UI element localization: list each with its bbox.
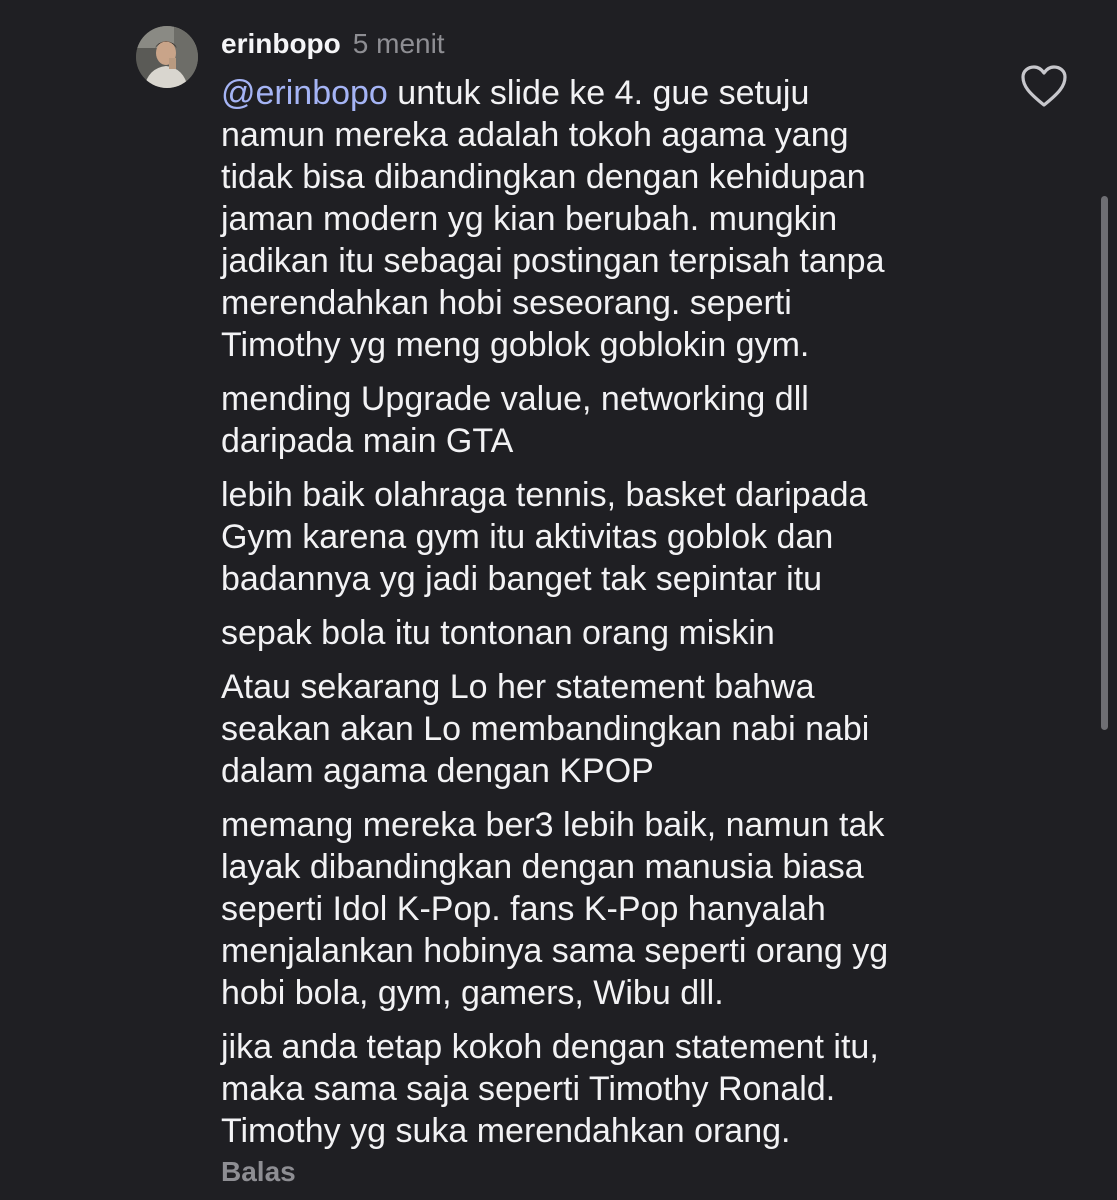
text-line: mending Upgrade value, networking dll (221, 380, 809, 418)
username[interactable]: erinbopo (221, 28, 341, 60)
comment-paragraph: mending Upgrade value, networking dll da… (221, 378, 991, 462)
text-line: jadikan itu sebagai postingan terpisah t… (221, 242, 885, 280)
text-line: namun mereka adalah tokoh agama yang (221, 116, 849, 154)
comment-header: erinbopo 5 menit (221, 24, 445, 64)
text-line: hobi bola, gym, gamers, Wibu dll. (221, 974, 724, 1012)
text-line: sepak bola itu tontonan orang miskin (221, 614, 775, 652)
text-line: dalam agama dengan KPOP (221, 752, 654, 790)
timestamp: 5 menit (352, 28, 445, 59)
comment-paragraph: jika anda tetap kokoh dengan statement i… (221, 1026, 991, 1152)
text-line: lebih baik olahraga tennis, basket darip… (221, 476, 868, 514)
text-line: jaman modern yg kian berubah. mungkin (221, 200, 838, 238)
text-line: Gym karena gym itu aktivitas goblok dan (221, 518, 834, 556)
scrollbar-thumb[interactable] (1101, 196, 1108, 730)
text-line: badannya yg jadi banget tak sepintar itu (221, 560, 823, 598)
text-line: Timothy yg suka merendahkan orang. (221, 1112, 791, 1150)
comment-paragraph: Atau sekarang Lo her statement bahwa sea… (221, 666, 991, 792)
text-line: Atau sekarang Lo her statement bahwa (221, 668, 815, 706)
text-line: layak dibandingkan dengan manusia biasa (221, 848, 864, 886)
text-line: jika anda tetap kokoh dengan statement i… (221, 1028, 879, 1066)
text-line: tidak bisa dibandingkan dengan kehidupan (221, 158, 866, 196)
text-line: memang mereka ber3 lebih baik, namun tak (221, 806, 885, 844)
like-button[interactable] (1020, 64, 1068, 108)
text-line: seperti Idol K-Pop. fans K-Pop hanyalah (221, 890, 826, 928)
comment-paragraph: @erinbopo untuk slide ke 4. gue setuju n… (221, 72, 991, 366)
text-line: maka sama saja seperti Timothy Ronald. (221, 1070, 836, 1108)
mention-link[interactable]: @erinbopo (221, 74, 388, 112)
text-line: menjalankan hobinya sama seperti orang y… (221, 932, 889, 970)
profile-photo (136, 26, 198, 88)
text-line: daripada main GTA (221, 422, 514, 460)
comment-body: @erinbopo untuk slide ke 4. gue setuju n… (221, 72, 991, 1164)
text-line: untuk slide ke 4. gue setuju (387, 74, 810, 112)
comment-paragraph: lebih baik olahraga tennis, basket darip… (221, 474, 991, 600)
reply-button[interactable]: Balas (221, 1156, 296, 1188)
heart-outline-icon (1021, 65, 1067, 107)
text-line: seakan akan Lo membandingkan nabi nabi (221, 710, 870, 748)
text-line: Timothy yg meng goblok goblokin gym. (221, 326, 810, 364)
comment-paragraph: sepak bola itu tontonan orang miskin (221, 612, 991, 654)
avatar[interactable] (136, 26, 198, 88)
comment-paragraph: memang mereka ber3 lebih baik, namun tak… (221, 804, 991, 1014)
text-line: merendahkan hobi seseorang. seperti (221, 284, 792, 322)
